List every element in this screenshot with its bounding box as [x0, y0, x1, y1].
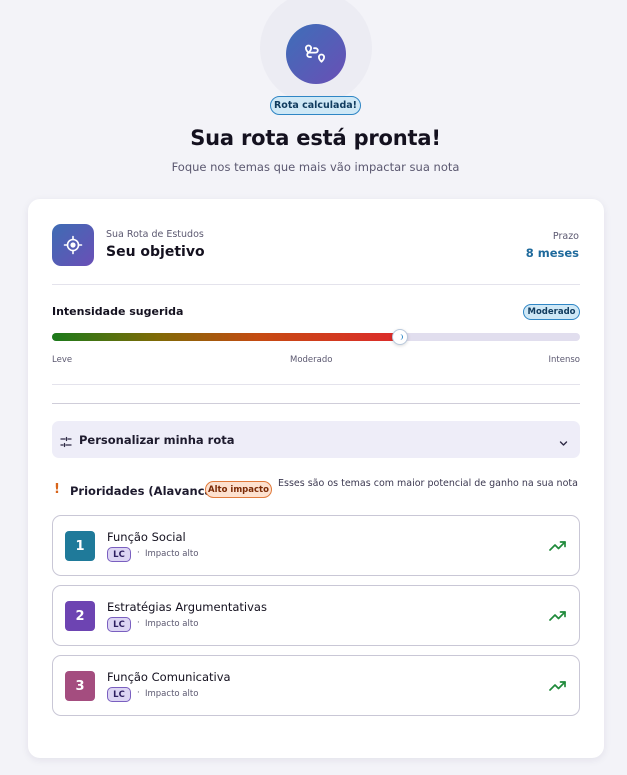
- chevron-down-icon: [558, 434, 569, 453]
- intensity-fill: [52, 333, 401, 341]
- route-calculated-badge: Rota calculada!: [270, 96, 361, 115]
- area-tag: LC: [107, 687, 131, 702]
- impact-label: Impacto alto: [145, 549, 199, 559]
- route-map-icon: [286, 24, 346, 84]
- sliders-icon: [60, 433, 72, 452]
- target-icon: [52, 224, 94, 266]
- priority-item[interactable]: 3 Função Comunicativa LC · Impacto alto: [52, 655, 580, 716]
- separator-dot: ·: [137, 688, 140, 698]
- deadline-value: 8 meses: [525, 246, 579, 260]
- priority-title: Função Social: [107, 530, 186, 544]
- priority-item[interactable]: 1 Função Social LC · Impacto alto: [52, 515, 580, 576]
- priorities-title: Prioridades (Alavancas): [70, 484, 225, 498]
- priority-title: Função Comunicativa: [107, 670, 231, 684]
- scale-label-high: Intenso: [548, 355, 580, 365]
- high-impact-badge: Alto impacto: [205, 481, 272, 498]
- trending-up-icon: [549, 677, 567, 696]
- priority-title: Estratégias Argumentativas: [107, 600, 267, 614]
- separator-dot: ·: [137, 548, 140, 558]
- separator-dot: ·: [137, 618, 140, 628]
- personalize-label: Personalizar minha rota: [79, 433, 235, 447]
- page-subtitle: Foque nos temas que mais vão impactar su…: [171, 160, 460, 174]
- scale-label-low: Leve: [52, 355, 73, 365]
- priority-item[interactable]: 2 Estratégias Argumentativas LC · Impact…: [52, 585, 580, 646]
- priority-rank: 2: [65, 601, 95, 631]
- trending-up-icon: [549, 607, 567, 626]
- intensity-badge: Moderado: [523, 304, 580, 320]
- trending-up-icon: [549, 537, 567, 556]
- area-tag: LC: [107, 547, 131, 562]
- priority-rank: 3: [65, 671, 95, 701]
- area-tag: LC: [107, 617, 131, 632]
- priority-rank: 1: [65, 531, 95, 561]
- scale-label-mid: Moderado: [290, 355, 333, 365]
- page-title: Sua rota está pronta!: [190, 126, 441, 150]
- intensity-label: Intensidade sugerida: [52, 305, 184, 318]
- priorities-description: Esses são os temas com maior potencial d…: [278, 478, 578, 489]
- impact-label: Impacto alto: [145, 619, 199, 629]
- route-goal-title: Seu objetivo: [106, 244, 205, 260]
- deadline-label: Prazo: [552, 231, 579, 242]
- divider: [52, 384, 580, 385]
- intensity-slider-handle[interactable]: [392, 329, 409, 345]
- impact-label: Impacto alto: [145, 689, 199, 699]
- intensity-slider[interactable]: [52, 329, 580, 345]
- divider: [52, 403, 580, 404]
- route-kicker: Sua Rota de Estudos: [106, 229, 204, 240]
- route-card: Sua Rota de Estudos Seu objetivo Prazo 8…: [28, 199, 604, 758]
- personalize-route-toggle[interactable]: Personalizar minha rota: [52, 421, 580, 458]
- exclamation-icon: !: [54, 482, 60, 497]
- divider: [52, 284, 580, 285]
